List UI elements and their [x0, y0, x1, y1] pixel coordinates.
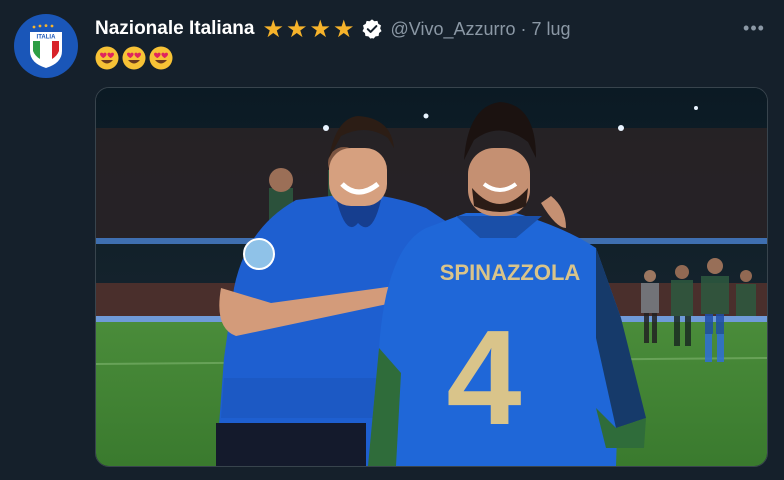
timestamp-link[interactable]: 7 lug — [532, 19, 571, 40]
more-icon: ••• — [743, 17, 765, 38]
more-options-button[interactable]: ••• — [742, 16, 766, 40]
tweet-photo[interactable]: SPINAZZOLA 4 — [95, 87, 768, 467]
jersey-name-text: SPINAZZOLA — [440, 260, 581, 285]
user-handle[interactable]: @Vivo_Azzurro — [391, 19, 516, 40]
verified-badge-icon — [361, 19, 382, 39]
jersey-number-text: 4 — [446, 302, 521, 453]
heart-eyes-emoji-icon — [95, 46, 119, 70]
avatar-logo-text: ITALIA — [37, 35, 57, 41]
heart-eyes-emoji-icon — [122, 46, 146, 70]
players-celebration-photo: SPINAZZOLA 4 — [96, 88, 767, 466]
heart-eyes-emoji-icon — [149, 46, 173, 70]
tweet-header: Nazionale Italiana ★ ★ ★ ★ @Vivo_Azzurro… — [95, 16, 571, 42]
star-icon: ★ — [285, 15, 308, 43]
tweet[interactable]: ITALIA Nazionale Italiana ★ ★ ★ ★ @Vivo_… — [0, 0, 784, 480]
avatar[interactable]: ITALIA — [14, 14, 78, 78]
star-icon: ★ — [262, 15, 284, 43]
star-icon: ★ — [309, 15, 331, 43]
italia-shield-icon: ITALIA — [30, 24, 62, 68]
star-emojis: ★ ★ ★ ★ — [262, 17, 356, 41]
tweet-text — [95, 45, 176, 71]
display-name[interactable]: Nazionale Italiana — [95, 18, 254, 40]
star-icon: ★ — [333, 15, 355, 43]
separator-dot: · — [520, 18, 527, 39]
